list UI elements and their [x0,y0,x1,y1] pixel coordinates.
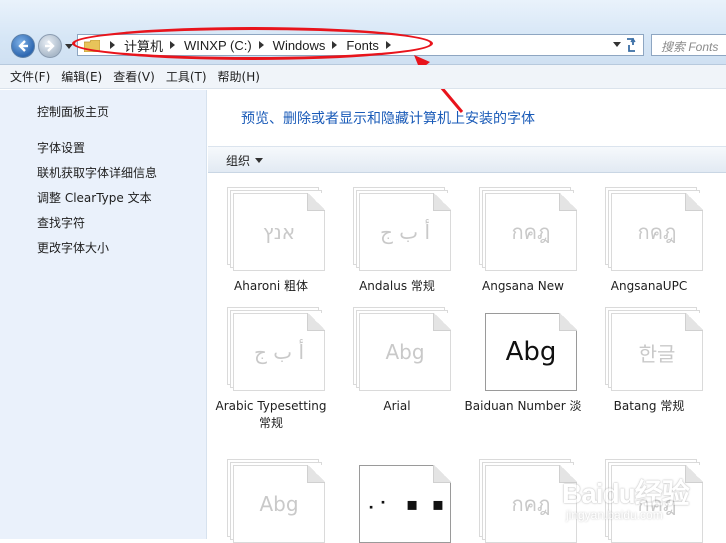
address-bar[interactable]: 计算机 WINXP (C:) Windows Fonts [77,34,644,56]
font-sample: אנץ [262,220,296,244]
font-sample: 한글 [638,341,676,366]
change-font-size-link[interactable]: 更改字体大小 [37,239,109,256]
page-title: 预览、删除或者显示和隐藏计算机上安装的字体 [241,111,535,127]
font-sample: Abg [385,340,425,364]
forward-button[interactable] [38,34,62,58]
font-name: Aharoni 粗体 [234,279,308,293]
search-input[interactable]: 搜索 Fonts [651,34,726,56]
font-sample: กคฎ [511,220,551,244]
font-settings-link[interactable]: 字体设置 [37,139,85,156]
font-sample: Abg [505,337,557,367]
font-name: Arabic Typesetting 常规 [215,399,327,430]
back-button[interactable] [11,34,35,58]
breadcrumb-fonts[interactable]: Fonts [346,38,379,53]
chevron-right-icon[interactable] [170,41,176,49]
font-sample: Abg [259,492,299,516]
find-character-link[interactable]: 查找字符 [37,214,85,231]
font-name: Andalus 常规 [359,279,435,293]
watermark-brand: Baidu经验 [562,478,690,509]
font-sample: ⠠⠂ ▪ ▪ [361,493,449,515]
recent-pages-dropdown[interactable] [65,42,73,50]
breadcrumb-computer[interactable]: 计算机 [124,36,163,55]
chevron-right-icon[interactable] [332,41,338,49]
menu-bar: 文件(F) 编辑(E) 查看(V) 工具(T) 帮助(H) [0,65,726,89]
organize-label: 组织 [226,154,251,168]
menu-tools[interactable]: 工具(T) [166,68,207,85]
font-name: Arial [383,399,411,413]
task-pane: 控制面板主页 字体设置 联机获取字体详细信息 调整 ClearType 文本 查… [0,90,207,539]
font-name: Batang 常规 [613,399,685,413]
menu-view[interactable]: 查看(V) [113,68,155,85]
breadcrumb: 计算机 WINXP (C:) Windows Fonts [84,35,400,55]
command-bar: 组织 [208,146,726,173]
font-sample: กคฎ [637,220,677,244]
font-name: AngsanaUPC [610,279,688,293]
chevron-down-icon [255,158,264,163]
control-panel-home-link[interactable]: 控制面板主页 [37,103,109,120]
menu-file[interactable]: 文件(F) [10,68,50,85]
font-sample: أ ب ج [379,220,430,244]
menu-help[interactable]: 帮助(H) [218,68,260,85]
font-info-online-link[interactable]: 联机获取字体详细信息 [37,164,157,181]
breadcrumb-windows[interactable]: Windows [273,38,326,53]
cleartype-link[interactable]: 调整 ClearType 文本 [37,189,152,206]
chevron-right-icon[interactable] [258,41,264,49]
breadcrumb-drive[interactable]: WINXP (C:) [184,38,252,53]
font-sample: أ ب ج [253,340,304,364]
watermark-url: jingyan.baidu.com [566,508,663,522]
font-name: Baiduan Number 淡 [464,399,582,413]
watermark: Baidu经验 jingyan.baidu.com [556,468,724,534]
folder-icon [84,40,100,52]
refresh-button[interactable] [620,35,642,55]
address-toolbar: 计算机 WINXP (C:) Windows Fonts 搜索 Fonts [0,0,726,65]
font-name: Angsana New [482,279,564,293]
menu-edit[interactable]: 编辑(E) [61,68,102,85]
back-arrow-icon [18,40,28,52]
forward-arrow-icon [45,40,55,52]
chevron-right-icon[interactable] [385,41,391,49]
chevron-right-icon[interactable] [110,41,115,49]
organize-button[interactable]: 组织 [226,152,264,169]
